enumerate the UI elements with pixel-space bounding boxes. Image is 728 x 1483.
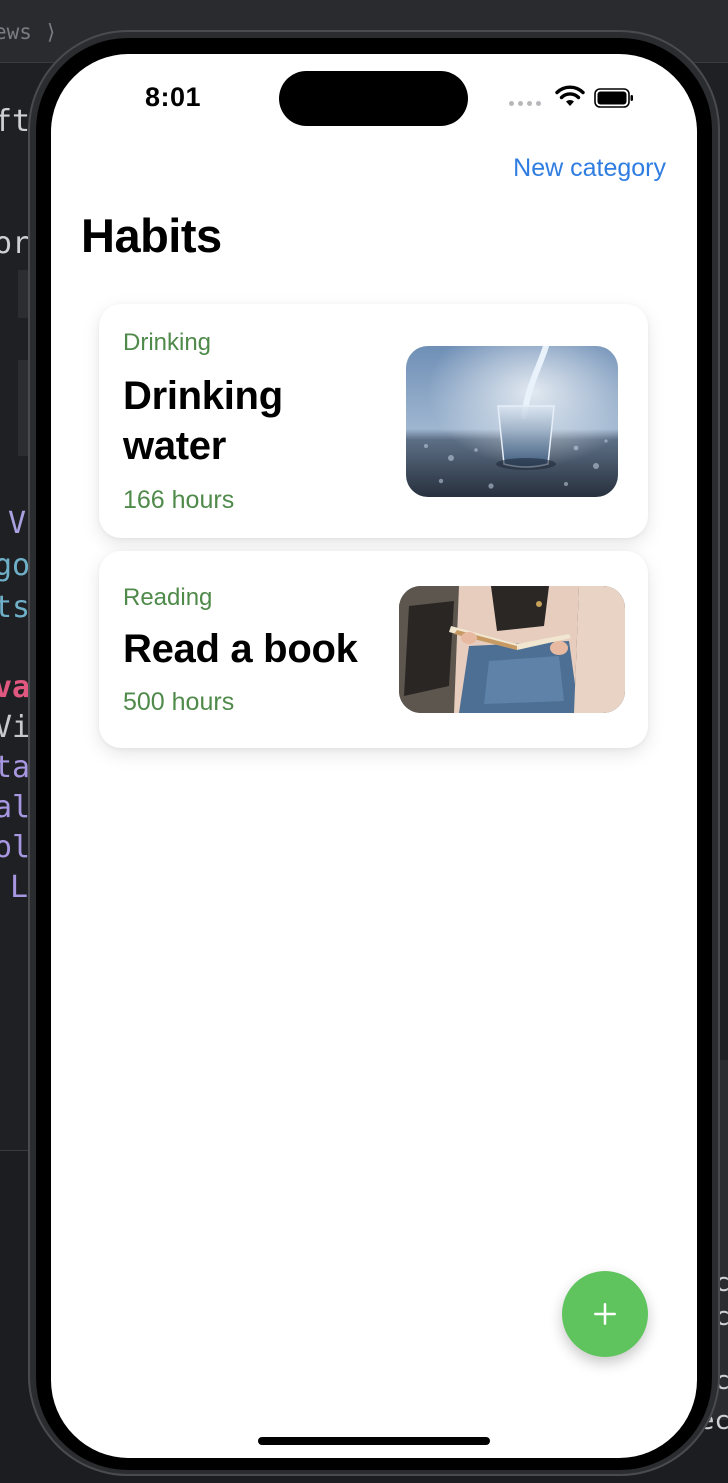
ide-breadcrumb: ews ⟩ — [0, 20, 58, 44]
app-screen: 8:01 New category Habits Drinking Drinki… — [51, 54, 697, 1458]
ide-code-line: ta — [0, 750, 31, 785]
glass-of-water-image — [406, 346, 618, 497]
ide-code-line: al — [0, 790, 31, 825]
ide-code-line: Vi — [0, 710, 31, 745]
ide-code-line: or — [0, 226, 31, 261]
ide-code-line: V — [8, 506, 27, 541]
ide-code-line: L — [10, 870, 29, 905]
battery-icon — [594, 88, 633, 108]
ide-code-line: ts — [0, 590, 31, 625]
plus-icon — [562, 1271, 648, 1357]
habit-hours: 500 hours — [123, 688, 235, 716]
home-indicator[interactable] — [258, 1437, 490, 1445]
habit-hours: 166 hours — [123, 486, 235, 514]
page-title: Habits — [81, 209, 222, 262]
new-category-button[interactable]: New category — [513, 154, 666, 183]
habit-title: Drinking water — [123, 374, 283, 468]
habit-category: Drinking — [123, 329, 212, 356]
ide-code-line: ol — [0, 830, 31, 865]
habit-title: Read a book — [123, 627, 358, 671]
wifi-icon — [555, 85, 585, 106]
ide-code-line: go — [0, 548, 31, 583]
habit-card[interactable]: Drinking Drinking water 166 hours — [99, 304, 648, 538]
status-time: 8:01 — [145, 82, 202, 112]
ide-code-line: ft — [0, 104, 31, 139]
ide-code-line: va — [0, 670, 31, 705]
habit-category: Reading — [123, 584, 213, 611]
person-reading-book-image — [399, 586, 625, 713]
add-habit-button[interactable] — [562, 1271, 648, 1357]
dynamic-island — [279, 71, 468, 126]
habit-card[interactable]: Reading Read a book 500 hours — [99, 551, 648, 748]
cellular-signal-icon — [509, 101, 541, 106]
